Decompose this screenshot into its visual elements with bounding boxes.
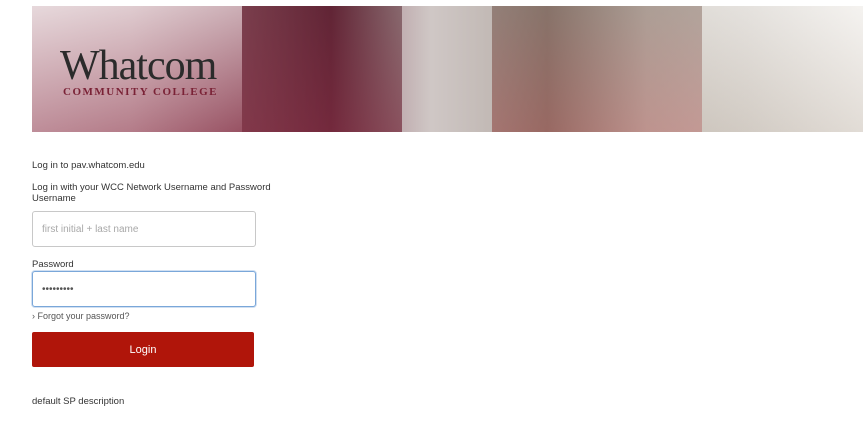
login-page: Whatcom COMMUNITY COLLEGE Log in to pav.… [0, 0, 863, 432]
username-label: Username [32, 193, 76, 204]
banner-photo-segment [702, 6, 863, 132]
login-heading: Log in to pav.whatcom.edu [32, 160, 145, 171]
login-form: Log in to pav.whatcom.edu Log in with yo… [32, 160, 272, 407]
college-banner: Whatcom COMMUNITY COLLEGE [32, 6, 863, 132]
logo-subtitle: COMMUNITY COLLEGE [63, 86, 218, 98]
college-logo: Whatcom COMMUNITY COLLEGE [60, 43, 218, 98]
sp-description: default SP description [32, 396, 125, 407]
banner-photo-segment [402, 6, 492, 132]
banner-photo-segment [242, 6, 402, 132]
password-input[interactable] [32, 271, 256, 307]
banner-photo-segment [492, 6, 702, 132]
login-button[interactable]: Login [32, 332, 254, 367]
forgot-password-link[interactable]: › Forgot your password? [32, 311, 272, 321]
password-label: Password [32, 259, 74, 270]
username-input[interactable] [32, 211, 256, 247]
login-instruction: Log in with your WCC Network Username an… [32, 182, 271, 193]
logo-wordmark: Whatcom [60, 43, 217, 89]
